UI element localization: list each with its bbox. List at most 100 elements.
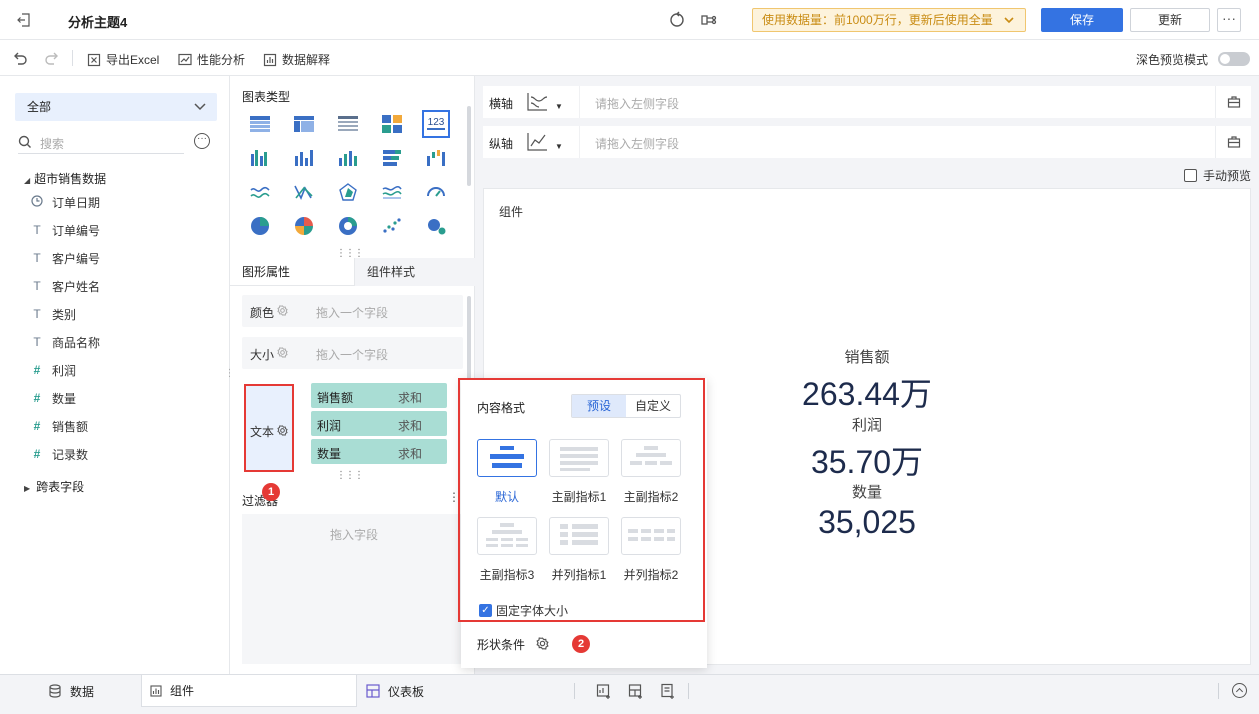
analysis-title[interactable]: 分析主题4 bbox=[68, 12, 127, 31]
gear-icon[interactable] bbox=[536, 637, 549, 650]
cross-table-node[interactable]: ▶ 跨表字段 bbox=[24, 478, 84, 495]
update-button[interactable]: 更新 bbox=[1130, 8, 1210, 32]
component-icon bbox=[150, 684, 162, 697]
format-default-option[interactable] bbox=[477, 439, 537, 477]
tab-data[interactable]: 数据 bbox=[48, 675, 128, 707]
field-search[interactable]: 搜索 bbox=[18, 132, 184, 154]
field-item[interactable]: T 商品名称 bbox=[30, 332, 100, 352]
field-item[interactable]: T 订单编号 bbox=[30, 220, 100, 240]
field-item[interactable]: # 数量 bbox=[30, 388, 76, 408]
x-axis-icon[interactable] bbox=[525, 91, 549, 113]
more-button[interactable]: ··· bbox=[1217, 8, 1241, 32]
stream-chart-icon[interactable] bbox=[378, 178, 406, 206]
tab-component[interactable]: 组件 bbox=[141, 675, 357, 707]
table-node[interactable]: ◢ 超市销售数据 bbox=[24, 170, 106, 187]
field-item[interactable]: T 客户编号 bbox=[30, 248, 100, 268]
more-options-icon[interactable]: ··· bbox=[194, 133, 210, 149]
multi-pie-chart-icon[interactable] bbox=[290, 212, 318, 240]
dark-preview-toggle[interactable] bbox=[1218, 52, 1250, 66]
caret-down-icon[interactable]: ▼ bbox=[555, 102, 563, 111]
section-resize-handle[interactable]: ⋮⋮⋮ bbox=[336, 470, 364, 481]
field-item[interactable]: # 利润 bbox=[30, 360, 76, 380]
tab-graphic-properties[interactable]: 图形属性 bbox=[242, 258, 290, 286]
field-item[interactable]: 订单日期 bbox=[30, 192, 100, 212]
detail-table-chart-icon[interactable] bbox=[334, 110, 362, 138]
chart-type-scrollbar[interactable] bbox=[467, 106, 471, 186]
y-axis-label: 纵轴 bbox=[489, 137, 514, 151]
donut-chart-icon[interactable] bbox=[334, 212, 362, 240]
multi-column-chart-icon[interactable] bbox=[334, 144, 362, 172]
cross-table-chart-icon[interactable] bbox=[290, 110, 318, 138]
export-excel-button[interactable]: 导出Excel bbox=[87, 51, 159, 68]
caret-down-icon[interactable]: ▼ bbox=[555, 142, 563, 151]
relation-icon[interactable] bbox=[700, 11, 718, 29]
performance-analysis-button[interactable]: 性能分析 bbox=[178, 51, 245, 68]
data-explain-button[interactable]: 数据解释 bbox=[263, 51, 330, 68]
toolbar-divider bbox=[72, 50, 73, 66]
size-property[interactable]: 大小 拖入一个字段 bbox=[242, 337, 463, 369]
field-item[interactable]: # 记录数 bbox=[30, 444, 88, 464]
number-chart-icon[interactable]: 123 bbox=[422, 110, 450, 138]
field-item[interactable]: T 客户姓名 bbox=[30, 276, 100, 296]
data-scope-select[interactable]: 全部 bbox=[15, 93, 217, 121]
preset-tab[interactable]: 预设 bbox=[572, 395, 626, 417]
text-property[interactable]: 文本 bbox=[244, 384, 294, 472]
stacked-bar-chart-icon[interactable] bbox=[378, 144, 406, 172]
field-item[interactable]: # 销售额 bbox=[30, 416, 88, 436]
tab-dashboard[interactable]: 仪表板 bbox=[366, 675, 446, 707]
add-component-icon[interactable] bbox=[596, 683, 612, 699]
field-item[interactable]: T 类别 bbox=[30, 304, 76, 324]
undo-icon[interactable] bbox=[12, 50, 28, 66]
waterfall-chart-icon[interactable] bbox=[422, 144, 450, 172]
color-property[interactable]: 颜色 拖入一个字段 bbox=[242, 295, 463, 327]
x-axis-drop-placeholder[interactable]: 请拖入左侧字段 bbox=[595, 95, 679, 112]
redo-icon[interactable] bbox=[44, 50, 60, 66]
fixed-font-size-checkbox[interactable]: ✓ 固定字体大小 bbox=[479, 602, 568, 619]
step-marker-1: 1 bbox=[262, 483, 280, 501]
bubble-chart-icon[interactable] bbox=[422, 212, 450, 240]
y-axis-icon[interactable] bbox=[525, 131, 549, 153]
grouped-bar-chart-icon[interactable] bbox=[246, 144, 274, 172]
save-button[interactable]: 保存 bbox=[1041, 8, 1123, 32]
format-primary-secondary-1-option[interactable] bbox=[549, 439, 609, 477]
radar-chart-icon[interactable] bbox=[334, 178, 362, 206]
table-chart-icon[interactable] bbox=[246, 110, 274, 138]
data-panel: 全部 搜索 ··· ◢ 超市销售数据 订单日期 T 订单编号 T 客户编号 T 客户姓名… bbox=[0, 76, 230, 674]
field-name: 利润 bbox=[52, 363, 77, 378]
add-dashboard-icon[interactable] bbox=[628, 683, 644, 699]
kpi-card-chart-icon[interactable] bbox=[378, 110, 406, 138]
usage-notice-dropdown[interactable]: 使用数据量：前1000万行，更新后使用全量 bbox=[752, 8, 1026, 32]
collapse-up-icon[interactable] bbox=[1232, 683, 1247, 698]
excel-icon bbox=[87, 53, 101, 66]
text-field-pill[interactable]: 利润 求和 bbox=[311, 411, 447, 436]
format-primary-secondary-2-option[interactable] bbox=[621, 439, 681, 477]
pie-chart-icon[interactable] bbox=[246, 212, 274, 240]
add-report-icon[interactable] bbox=[660, 683, 676, 699]
cross-table-label: 跨表字段 bbox=[36, 480, 85, 494]
gear-icon[interactable] bbox=[277, 305, 288, 316]
search-placeholder: 搜索 bbox=[40, 137, 65, 151]
tab-component-style[interactable]: 组件样式 bbox=[354, 258, 475, 286]
format-primary-secondary-3-option[interactable] bbox=[477, 517, 537, 555]
area-chart-icon[interactable] bbox=[246, 178, 274, 206]
y-axis-clear-button[interactable] bbox=[1215, 126, 1251, 158]
format-label: 并列指标1 bbox=[551, 568, 607, 582]
exit-icon[interactable] bbox=[16, 12, 32, 28]
filter-drop-zone[interactable]: 拖入字段 bbox=[242, 514, 463, 664]
refresh-icon[interactable] bbox=[668, 11, 686, 29]
format-parallel-1-option[interactable] bbox=[549, 517, 609, 555]
x-axis-clear-button[interactable] bbox=[1215, 86, 1251, 118]
text-field-pill[interactable]: 数量 求和 bbox=[311, 439, 447, 464]
y-axis-drop-placeholder[interactable]: 请拖入左侧字段 bbox=[595, 135, 679, 152]
color-label: 颜色 bbox=[250, 306, 275, 320]
format-parallel-2-option[interactable] bbox=[621, 517, 681, 555]
line-chart-icon[interactable] bbox=[290, 178, 318, 206]
custom-tab[interactable]: 自定义 bbox=[626, 395, 680, 417]
gear-icon[interactable] bbox=[277, 347, 288, 358]
gauge-chart-icon[interactable] bbox=[422, 178, 450, 206]
column-chart-icon[interactable] bbox=[290, 144, 318, 172]
manual-preview-checkbox[interactable]: 手动预览 bbox=[1184, 167, 1251, 184]
text-field-pill[interactable]: 销售额 求和 bbox=[311, 383, 447, 408]
scatter-chart-icon[interactable] bbox=[378, 212, 406, 240]
gear-icon[interactable] bbox=[277, 425, 288, 436]
